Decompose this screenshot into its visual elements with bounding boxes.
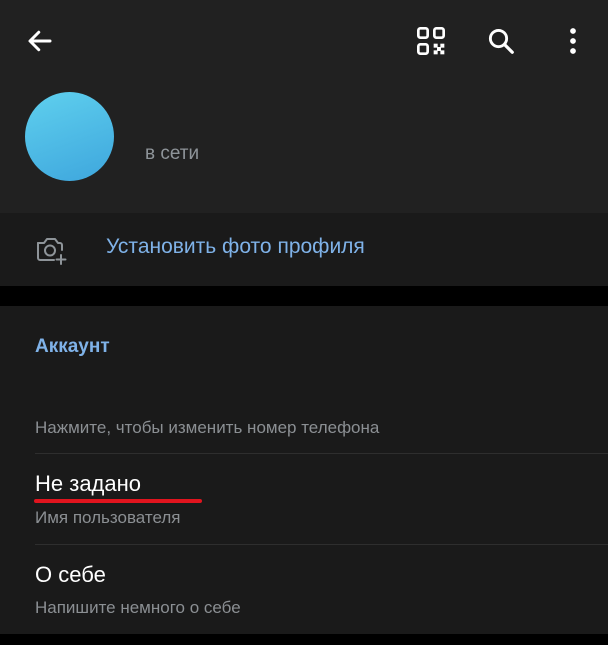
set-profile-photo-label: Установить фото профиля — [106, 235, 365, 258]
camera-add-icon — [37, 238, 67, 265]
set-profile-photo-row[interactable]: Установить фото профиля — [0, 213, 608, 286]
account-section-title: Аккаунт — [35, 336, 110, 357]
phone-number-hint[interactable]: Нажмите, чтобы изменить номер телефона — [35, 418, 379, 438]
search-icon — [488, 28, 514, 54]
account-section: Аккаунт Нажмите, чтобы изменить номер те… — [0, 306, 608, 634]
divider — [35, 453, 608, 454]
qr-code-icon — [417, 27, 445, 55]
search-button[interactable] — [477, 17, 525, 65]
more-options-button[interactable] — [549, 17, 597, 65]
more-vertical-icon — [570, 28, 576, 54]
avatar[interactable] — [25, 92, 114, 181]
divider — [35, 544, 608, 545]
username-label: Имя пользователя — [35, 508, 181, 527]
username-highlight-underline — [34, 499, 202, 503]
username-value[interactable]: Не задано — [35, 471, 141, 497]
online-status: в сети — [145, 143, 200, 164]
profile-settings-screen: в сети Установить фото профиля Аккаунт Н… — [0, 0, 608, 645]
profile-header: в сети — [0, 0, 608, 213]
qr-code-button[interactable] — [407, 17, 455, 65]
arrow-left-icon — [28, 30, 52, 52]
bio-value[interactable]: О себе — [35, 562, 106, 588]
bio-label: Напишите немного о себе — [35, 598, 241, 617]
back-button[interactable] — [16, 17, 64, 65]
